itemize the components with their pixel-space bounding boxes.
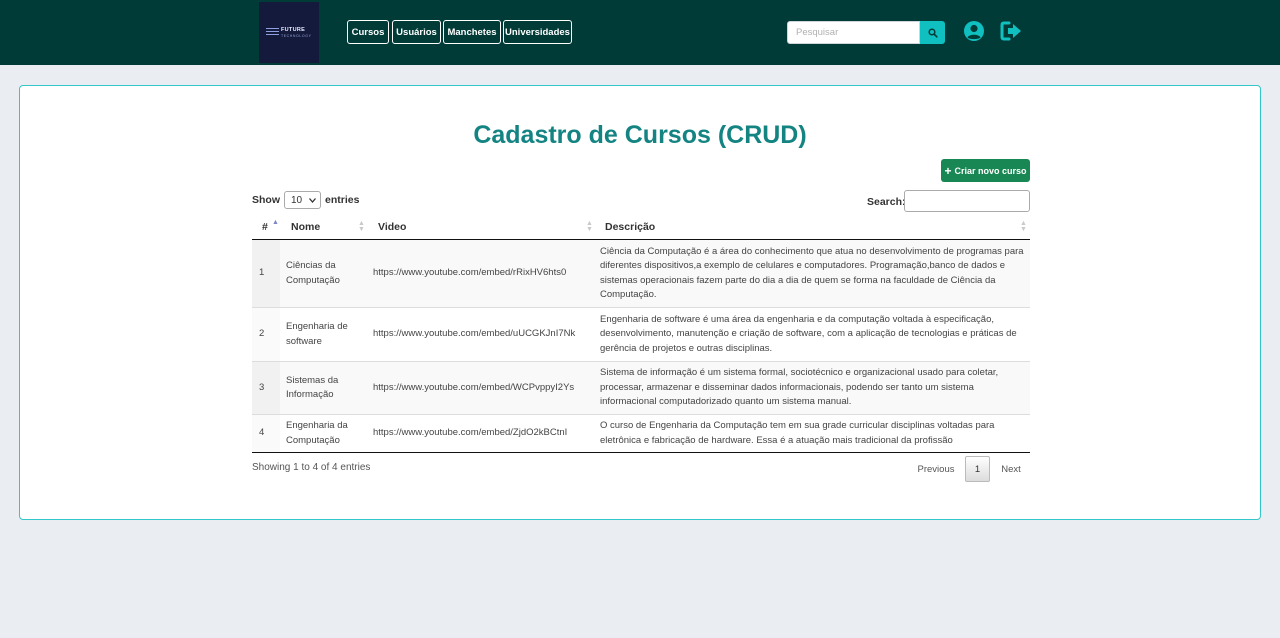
table-header: # ▲ Nome ▲ ▼ Video ▲ ▼ Descrição ▲ ▼ (252, 214, 1030, 240)
table-search-label: Search: (867, 196, 906, 208)
cell-descricao: Engenharia de software é uma área da eng… (600, 313, 1017, 354)
show-label: Show (252, 194, 280, 206)
column-header-video[interactable]: Video (378, 214, 406, 240)
table-row[interactable]: 1 Ciências da Computação https://www.you… (252, 240, 1030, 308)
column-header-descricao[interactable]: Descrição (605, 214, 655, 240)
cell-video: https://www.youtube.com/embed/rRixHV6hts… (373, 267, 567, 279)
top-navbar: FUTURE TECHNOLOGY Cursos Usuários Manche… (0, 0, 1280, 65)
logo-subtext: TECHNOLOGY (281, 34, 312, 38)
cell-id: 1 (252, 240, 280, 307)
nav-universidades-button[interactable]: Universidades (503, 20, 572, 44)
cell-id: 4 (252, 415, 280, 452)
cell-descricao: Ciência da Computação é a área do conhec… (600, 245, 1024, 301)
column-video-label: Video (378, 221, 407, 233)
courses-table: # ▲ Nome ▲ ▼ Video ▲ ▼ Descrição ▲ ▼ 1 Ciên… (252, 214, 1030, 453)
column-nome-label: Nome (291, 221, 321, 233)
table-row[interactable]: 4 Engenharia da Computação https://www.y… (252, 415, 1030, 453)
cell-descricao: O curso de Engenharia da Computação tem … (600, 420, 995, 446)
table-search-input[interactable] (904, 190, 1030, 212)
chevron-down-icon (309, 197, 316, 203)
plus-icon: + (944, 163, 952, 178)
cell-nome: Sistemas da Informação (286, 374, 339, 401)
entries-label: entries (325, 194, 360, 206)
page-title: Cadastro de Cursos (CRUD) (473, 121, 807, 149)
navbar-search-button[interactable] (920, 21, 945, 44)
column-header-id[interactable]: # ▲ (262, 214, 279, 240)
cell-video: https://www.youtube.com/embed/uUCGKJnI7N… (373, 328, 576, 340)
pagination-next[interactable]: Next (995, 456, 1027, 482)
cell-video: https://www.youtube.com/embed/ZjdO2kBCtn… (373, 427, 568, 439)
cell-nome: Engenharia de software (286, 321, 348, 347)
nav-manchetes-button[interactable]: Manchetes (443, 20, 501, 44)
cell-video: https://www.youtube.com/embed/WCPvppyI2Y… (373, 381, 575, 393)
column-descricao-label: Descrição (605, 221, 656, 233)
sort-icon: ▲ ▼ (586, 220, 593, 233)
logo-mark-icon (266, 28, 279, 36)
logo-wordmark: FUTURE TECHNOLOGY (281, 27, 312, 39)
cell-id: 2 (252, 308, 280, 361)
show-entries-control: Show 10 entries (252, 191, 359, 209)
cell-id: 3 (252, 362, 280, 414)
user-circle-icon[interactable] (963, 20, 985, 42)
crud-card: Cadastro de Cursos (CRUD) + Criar novo c… (19, 85, 1261, 520)
logout-icon[interactable] (1000, 20, 1023, 42)
pagination-page-1[interactable]: 1 (965, 456, 990, 482)
sort-icon: ▲ ▼ (1020, 220, 1027, 233)
table-row[interactable]: 2 Engenharia de software https://www.you… (252, 308, 1030, 362)
pagination-previous[interactable]: Previous (914, 456, 958, 482)
navbar-search-input[interactable]: Pesquisar (787, 21, 920, 44)
entries-select[interactable]: 10 (284, 191, 321, 209)
nav-usuarios-button[interactable]: Usuários (392, 20, 441, 44)
brand-logo[interactable]: FUTURE TECHNOLOGY (259, 2, 319, 63)
sort-asc-icon: ▲ (272, 219, 279, 226)
create-course-button[interactable]: + Criar novo curso (941, 159, 1030, 182)
cell-nome: Engenharia da Computação (286, 420, 348, 446)
entries-value: 10 (291, 194, 303, 206)
search-icon (927, 27, 938, 38)
cell-nome: Ciências da Computação (286, 260, 340, 286)
nav-cursos-button[interactable]: Cursos (347, 20, 389, 44)
column-header-nome[interactable]: Nome (291, 214, 320, 240)
create-course-label: Criar novo curso (954, 165, 1027, 176)
cell-descricao: Sistema de informação é um sistema forma… (600, 367, 999, 408)
table-row[interactable]: 3 Sistemas da Informação https://www.you… (252, 362, 1030, 415)
table-info: Showing 1 to 4 of 4 entries (252, 462, 371, 473)
column-id-label: # (262, 221, 268, 233)
sort-icon: ▲ ▼ (358, 220, 365, 233)
